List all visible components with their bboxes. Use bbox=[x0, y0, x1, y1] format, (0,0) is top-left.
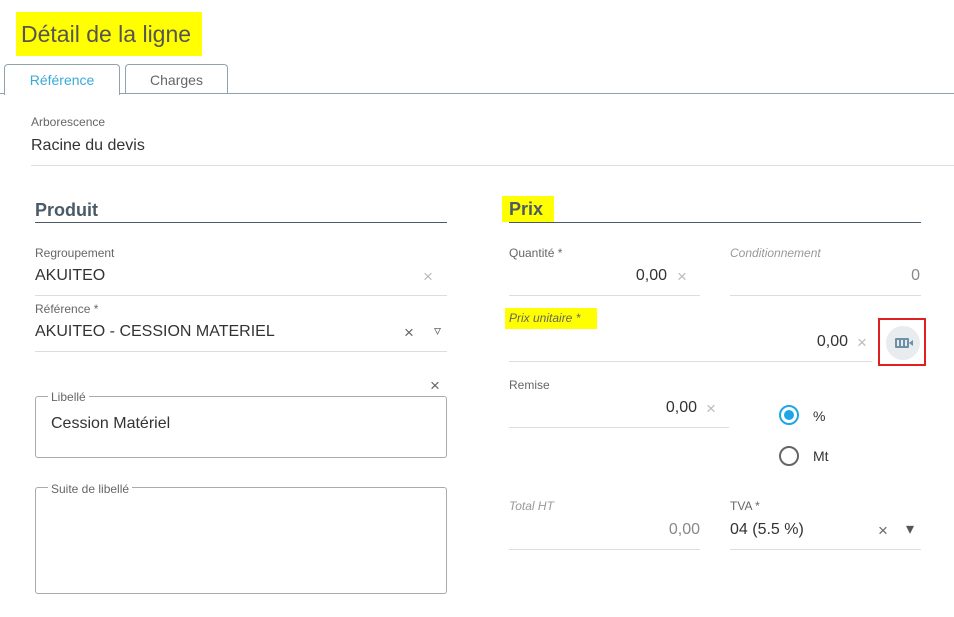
libelle-value[interactable]: Cession Matériel bbox=[51, 415, 170, 433]
tva-underline bbox=[730, 549, 921, 550]
reference-dropdown-icon[interactable]: ▿ bbox=[434, 322, 441, 339]
quantite-clear-icon[interactable]: × bbox=[677, 268, 687, 285]
libelle-clear-icon[interactable]: × bbox=[430, 377, 440, 394]
tva-clear-icon[interactable]: × bbox=[878, 522, 888, 539]
quantite-label: Quantité * bbox=[509, 246, 563, 260]
regroupement-clear-icon[interactable]: × bbox=[423, 268, 433, 285]
tree-value: Racine du devis bbox=[31, 137, 145, 154]
section-line-produit bbox=[35, 222, 447, 223]
prix-unitaire-label: Prix unitaire * bbox=[505, 308, 597, 329]
tab-charges[interactable]: Charges bbox=[125, 64, 228, 94]
tab-reference[interactable]: Référence bbox=[4, 64, 120, 95]
regroupement-label: Regroupement bbox=[35, 246, 115, 260]
total-ht-label: Total HT bbox=[509, 499, 554, 513]
total-ht-underline bbox=[509, 549, 700, 550]
tab-divider bbox=[0, 93, 954, 94]
remise-montant-radio[interactable] bbox=[779, 446, 799, 466]
remise-label: Remise bbox=[509, 378, 550, 392]
remise-clear-icon[interactable]: × bbox=[706, 400, 716, 417]
section-title-prix: Prix bbox=[502, 196, 554, 222]
remise-value[interactable]: 0,00 bbox=[590, 399, 697, 417]
total-ht-value: 0,00 bbox=[668, 521, 700, 538]
libelle-label: Libellé bbox=[48, 390, 89, 404]
conditionnement-value: 0 bbox=[911, 267, 920, 284]
calculator-highlight-box bbox=[878, 318, 926, 366]
section-title-produit: Produit bbox=[35, 200, 98, 220]
quantite-value[interactable]: 0,00 bbox=[560, 267, 667, 285]
reference-clear-icon[interactable]: × bbox=[404, 324, 414, 341]
section-line-prix bbox=[509, 222, 921, 223]
quantite-underline bbox=[509, 295, 700, 296]
tva-dropdown-icon[interactable]: ▾ bbox=[906, 519, 914, 539]
page-title: Détail de la ligne bbox=[16, 12, 202, 56]
prix-unitaire-underline bbox=[509, 361, 872, 362]
regroupement-value[interactable]: AKUITEO bbox=[35, 267, 105, 285]
remise-percent-radio[interactable] bbox=[779, 405, 799, 425]
calculator-button[interactable] bbox=[886, 326, 920, 360]
reference-value[interactable]: AKUITEO - CESSION MATERIEL bbox=[35, 323, 275, 341]
tree-label: Arborescence bbox=[31, 115, 106, 129]
remise-montant-label: Mt bbox=[813, 448, 829, 464]
tva-label: TVA * bbox=[730, 499, 760, 513]
tree-underline bbox=[31, 165, 954, 166]
conditionnement-label: Conditionnement bbox=[730, 246, 821, 260]
prix-unitaire-value[interactable]: 0,00 bbox=[740, 333, 848, 351]
suite-libelle-field[interactable] bbox=[35, 487, 447, 594]
calculator-icon bbox=[895, 338, 913, 348]
conditionnement-underline bbox=[730, 295, 921, 296]
reference-label: Référence * bbox=[35, 302, 99, 316]
prix-unitaire-clear-icon[interactable]: × bbox=[857, 334, 867, 351]
tva-value[interactable]: 04 (5.5 %) bbox=[730, 521, 804, 539]
remise-percent-label: % bbox=[813, 408, 826, 424]
suite-libelle-label: Suite de libellé bbox=[48, 482, 133, 496]
remise-underline bbox=[509, 427, 729, 428]
regroupement-underline bbox=[35, 295, 447, 296]
reference-underline bbox=[35, 351, 447, 352]
